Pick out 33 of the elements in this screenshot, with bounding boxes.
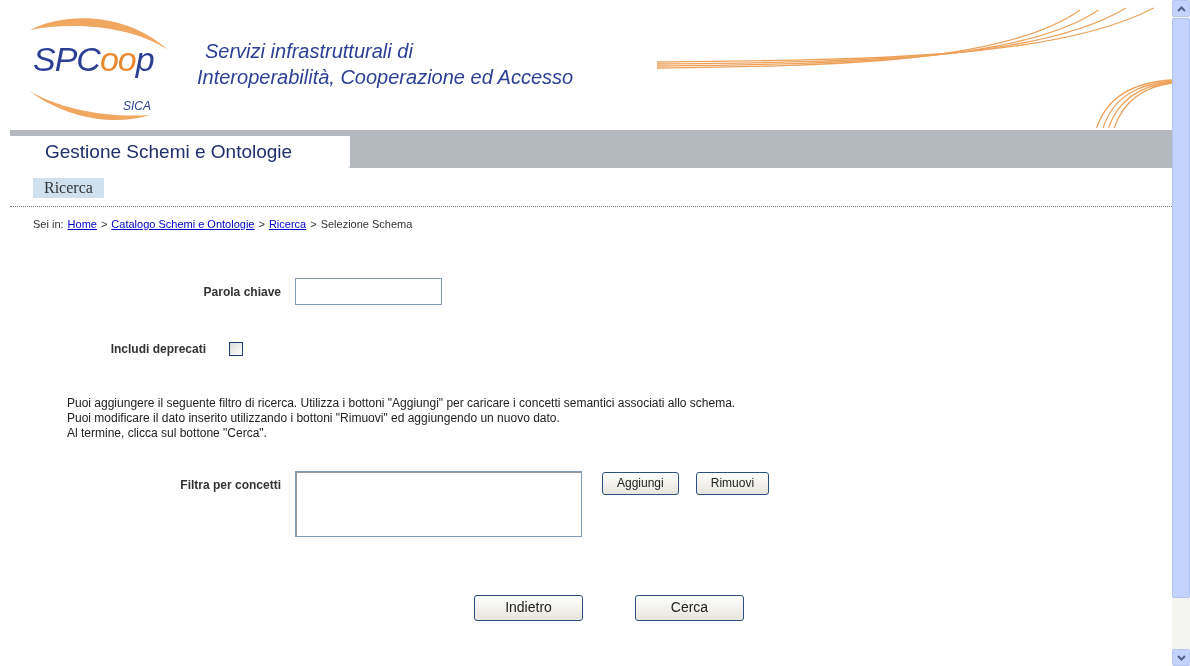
deprecated-checkbox[interactable] — [229, 341, 243, 356]
chevron-up-icon — [1176, 5, 1186, 12]
header-title: Servizi infrastrutturali di — [204, 39, 415, 64]
form-button[interactable]: Indietro — [474, 594, 583, 621]
breadcrumb-separator: > — [310, 217, 317, 232]
instruction-text: Puoi modificare il dato inserito utilizzando i bottoni "Rimuovi" ed aggiungendo un nuovo dato. — [67, 410, 561, 426]
breadcrumb-link[interactable]: Catalogo Schemi e Ontologie — [111, 216, 255, 233]
breadcrumb-link[interactable]: Ricerca — [268, 216, 307, 233]
breadcrumb-link[interactable]: Home — [67, 216, 97, 233]
form-button[interactable]: Aggiungi — [602, 471, 679, 495]
logo-subtitle: SICA — [122, 100, 152, 113]
instruction-text: Al termine, clicca sul bottone "Cerca". — [67, 425, 268, 441]
field-label: Includi deprecati — [109, 340, 206, 358]
chevron-down-icon — [1176, 654, 1186, 661]
scroll-up-button[interactable] — [1172, 0, 1190, 17]
section-title: Gestione Schemi e Ontologie — [45, 139, 293, 164]
field-label: Filtra per concetti — [179, 476, 281, 494]
header-title: Interoperabilità, Cooperazione ed Accesso — [197, 65, 575, 90]
logo-letters: oo — [99, 40, 136, 78]
scroll-down-button[interactable] — [1172, 649, 1190, 666]
breadcrumb-separator: > — [258, 217, 265, 232]
field-label: Parola chiave — [202, 283, 281, 301]
breadcrumb-separator: > — [100, 217, 108, 232]
breadcrumb-current: Selezione Schema — [320, 217, 413, 232]
logo-letters: SPC — [33, 40, 100, 78]
form-button[interactable]: Cerca — [635, 594, 744, 621]
concepts-textarea[interactable] — [295, 470, 582, 537]
keyword-input[interactable] — [295, 277, 442, 305]
instruction-text: Puoi aggiungere il seguente filtro di ricerca. Utilizza i bottoni "Aggiungi" per caricare i concetti semantici associati allo schema. — [67, 395, 737, 411]
logo-letters: p — [135, 40, 154, 78]
breadcrumb-prefix: Sei in: — [33, 217, 64, 232]
page-label: Ricerca — [33, 178, 104, 198]
form-button[interactable]: Rimuovi — [695, 471, 770, 495]
